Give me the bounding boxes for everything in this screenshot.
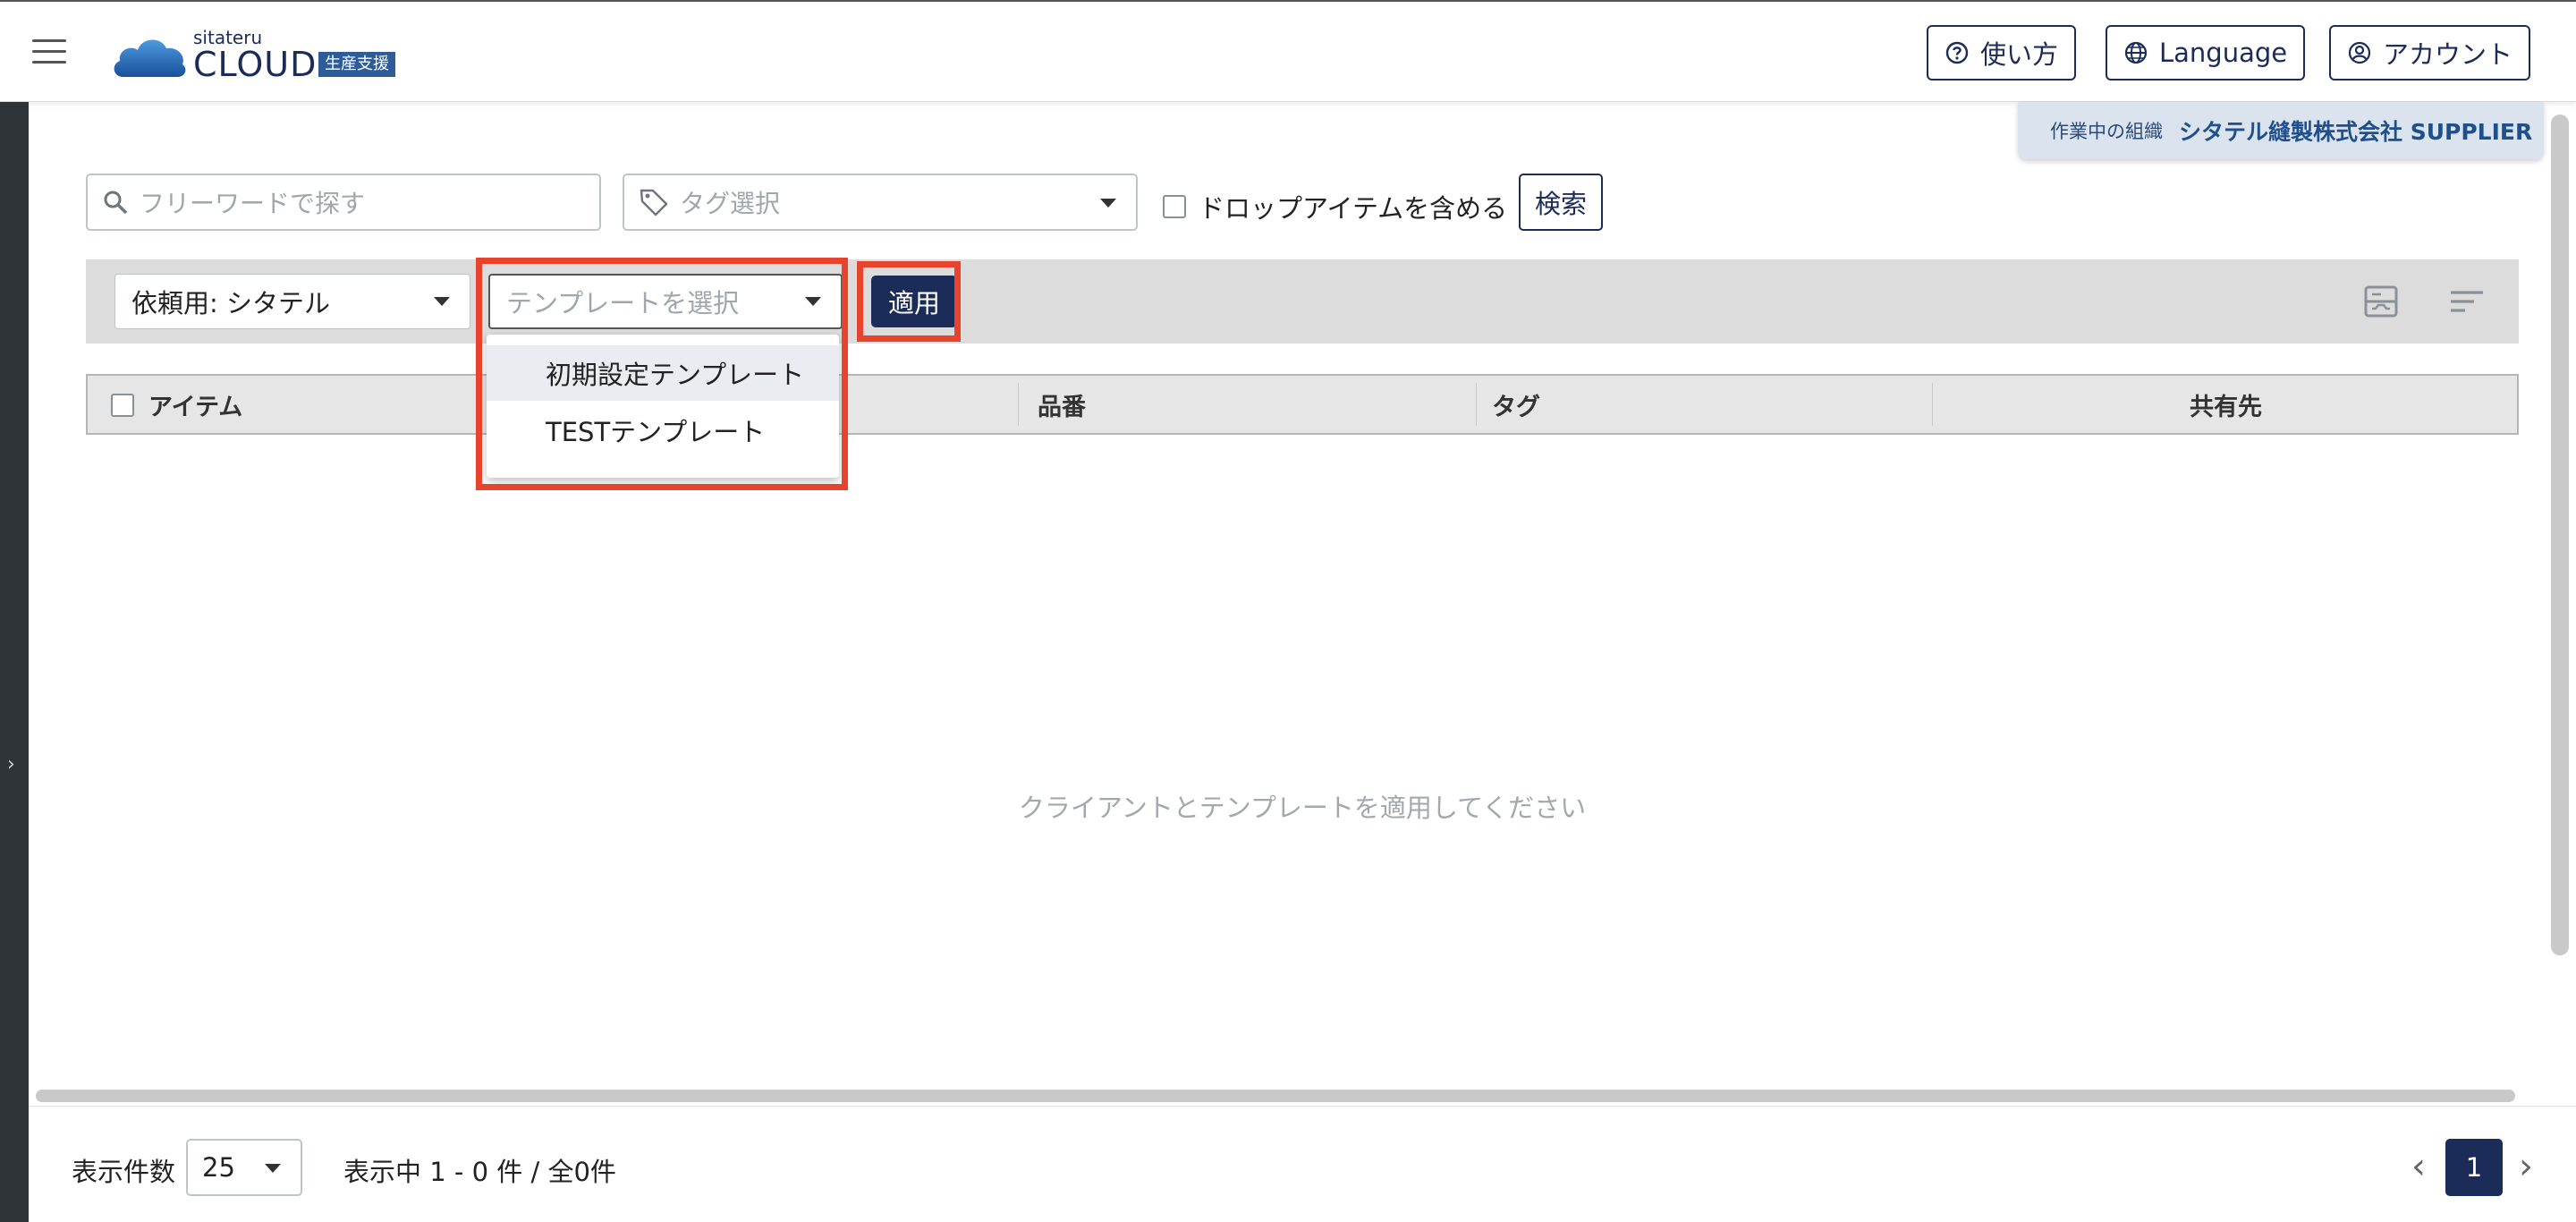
table-header: アイテム 品番 タグ 共有先 (86, 374, 2519, 435)
language-button[interactable]: Language (2106, 25, 2306, 81)
help-button-label: 使い方 (1980, 39, 2059, 70)
sort-icon[interactable] (2449, 284, 2485, 318)
client-select[interactable]: 依頼用: シタテル (114, 274, 470, 329)
horizontal-scrollbar[interactable] (36, 1090, 2515, 1102)
column-divider (1476, 383, 1477, 426)
chevron-down-icon (434, 297, 450, 306)
cloud-logo-icon (114, 39, 186, 77)
account-button-label: アカウント (2383, 39, 2513, 70)
app-header: sitateru CLOUD 生産支援 使い方 Language アカウント (0, 0, 2576, 102)
chevron-right-icon[interactable]: › (2519, 1146, 2533, 1187)
app-logo[interactable]: sitateru CLOUD 生産支援 (111, 23, 433, 84)
vertical-scrollbar[interactable] (2551, 115, 2569, 955)
side-rail[interactable]: › (0, 102, 29, 1222)
template-select[interactable]: テンプレートを選択 (488, 274, 843, 329)
page-number-button[interactable]: 1 (2445, 1139, 2503, 1196)
column-divider (1018, 383, 1019, 426)
include-drop-items-label: ドロップアイテムを含める (1199, 193, 1508, 224)
chevron-right-icon[interactable]: › (7, 753, 15, 776)
search-placeholder: フリーワードで探す (140, 189, 366, 218)
per-page-value: 25 (202, 1152, 235, 1183)
column-divider (1932, 383, 1933, 426)
account-button[interactable]: アカウント (2329, 25, 2531, 81)
empty-state-message: クライアントとテンプレートを適用してください (0, 787, 2576, 825)
chevron-left-icon[interactable]: ‹ (2411, 1146, 2426, 1187)
template-toolbar: 依頼用: シタテル テンプレートを選択 適用 (86, 259, 2519, 344)
client-select-value: 依頼用: シタテル (131, 288, 330, 318)
select-all-checkbox[interactable] (111, 394, 134, 417)
logo-title: CLOUD (193, 45, 318, 84)
language-button-label: Language (2159, 38, 2288, 68)
org-label: 作業中の組織 (2050, 121, 2163, 142)
help-button[interactable]: 使い方 (1927, 25, 2077, 81)
chevron-down-icon (265, 1164, 281, 1173)
template-dropdown-menu: 初期設定テンプレート TESTテンプレート (487, 335, 839, 478)
account-circle-icon (2348, 41, 2371, 64)
pagination-footer: 表示件数 25 表示中 1 - 0 件 / 全0件 ‹ 1 › (29, 1106, 2576, 1222)
search-input[interactable]: フリーワードで探す (86, 174, 601, 231)
hamburger-menu-icon[interactable] (32, 39, 66, 64)
chevron-down-icon (1100, 199, 1116, 208)
search-icon (104, 191, 128, 215)
tag-select[interactable]: タグ選択 (623, 174, 1138, 231)
column-header-shared-with[interactable]: 共有先 (2190, 376, 2262, 433)
globe-icon (2124, 41, 2148, 64)
apply-button[interactable]: 適用 (871, 276, 957, 327)
pagination-status: 表示中 1 - 0 件 / 全0件 (343, 1157, 616, 1187)
layout-toggle-icon[interactable] (2363, 284, 2399, 318)
current-organization: 作業中の組織 シタテル縫製株式会社 SUPPLIER (2018, 102, 2544, 159)
chevron-down-icon (805, 297, 821, 306)
column-header-item[interactable]: アイテム (148, 376, 242, 433)
org-name: シタテル縫製株式会社 SUPPLIER (2179, 119, 2533, 145)
empty-state-text: クライアントとテンプレートを適用してください (1018, 793, 1587, 823)
logo-badge: 生産支援 (318, 52, 395, 77)
include-drop-items-checkbox[interactable]: ドロップアイテムを含める (1163, 188, 1507, 225)
per-page-select[interactable]: 25 (186, 1139, 302, 1196)
help-circle-icon (1945, 41, 1969, 64)
tag-select-placeholder: タグ選択 (680, 189, 781, 218)
template-select-placeholder: テンプレートを選択 (506, 288, 740, 318)
template-option[interactable]: 初期設定テンプレート (487, 345, 839, 401)
search-button[interactable]: 検索 (1519, 174, 1603, 231)
tag-icon (640, 189, 668, 216)
column-header-part-number[interactable]: 品番 (1038, 376, 1086, 433)
template-option[interactable]: TESTテンプレート (487, 403, 839, 458)
column-header-tag[interactable]: タグ (1492, 376, 1540, 433)
per-page-label: 表示件数 (72, 1157, 176, 1187)
checkbox-icon[interactable] (1163, 195, 1186, 218)
